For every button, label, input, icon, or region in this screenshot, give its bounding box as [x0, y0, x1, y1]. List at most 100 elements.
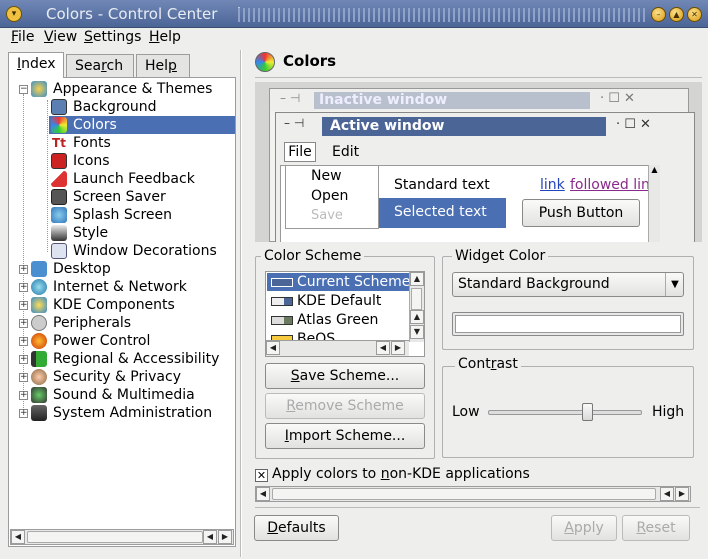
close-icon[interactable]: ✕ — [687, 7, 702, 22]
window-title: Colors - Control Center — [46, 5, 218, 23]
main-hscrollbar[interactable]: ◀ ◀ ▶ — [255, 486, 691, 502]
scroll-left-icon[interactable]: ◀ — [11, 530, 25, 544]
chevron-down-icon: ▼ — [665, 273, 684, 296]
header-divider — [255, 77, 702, 78]
remove-scheme-button[interactable]: Remove Scheme — [265, 393, 425, 419]
menubar: File View Settings Help — [0, 28, 708, 50]
preview-push-button: Push Button — [522, 199, 640, 227]
scheme-item-atlas-green[interactable]: Atlas Green — [267, 311, 409, 329]
import-scheme-button[interactable]: Import Scheme... — [265, 423, 425, 449]
scheme-item-kde-default[interactable]: KDE Default — [267, 292, 409, 310]
bottom-divider — [255, 507, 700, 508]
active-pin-icon: – ⊣ — [284, 116, 305, 130]
scroll-left-icon[interactable]: ◀ — [256, 487, 270, 501]
expand-icon[interactable]: + — [19, 301, 28, 310]
scroll-left-icon[interactable]: ◀ — [266, 341, 280, 355]
collapse-icon[interactable]: − — [19, 85, 28, 94]
screen-saver-icon — [51, 189, 67, 205]
page-title: Colors — [283, 52, 337, 70]
scheme-swatch-icon — [271, 297, 293, 306]
internet-icon — [31, 279, 47, 295]
contrast-label: Contrast — [455, 356, 521, 372]
inactive-title: Inactive window — [314, 92, 590, 109]
tree-hscrollbar[interactable]: ◀ ◀ ▶ — [10, 529, 234, 545]
expand-icon[interactable]: + — [19, 265, 28, 274]
minimize-icon[interactable]: – — [651, 7, 666, 22]
tree-item-colors[interactable]: Colors — [49, 116, 235, 134]
scroll-left-icon[interactable]: ◀ — [660, 487, 674, 501]
window-menu-icon[interactable]: ▾ — [6, 6, 22, 22]
splitter[interactable] — [240, 50, 242, 557]
expand-icon[interactable]: + — [19, 319, 28, 328]
expand-icon[interactable]: + — [19, 337, 28, 346]
style-icon — [51, 225, 67, 241]
scroll-thumb[interactable] — [272, 488, 656, 500]
scroll-thumb[interactable] — [27, 531, 203, 543]
apply-nonkde-label[interactable]: Apply colors to non-KDE applications — [272, 466, 530, 482]
save-scheme-button[interactable]: Save Scheme... — [265, 363, 425, 389]
scheme-swatch-icon — [271, 316, 293, 325]
expand-icon[interactable]: + — [19, 391, 28, 400]
active-title: Active window — [322, 117, 606, 136]
desktop-icon — [31, 261, 47, 277]
window-titlebar[interactable]: ▾ Colors - Control Center – ▲ ✕ — [0, 0, 708, 28]
preview-followed-link: followed link — [570, 177, 650, 193]
regional-icon — [31, 351, 47, 367]
scroll-right-icon[interactable]: ▶ — [675, 487, 689, 501]
scroll-left-icon[interactable]: ◀ — [203, 530, 217, 544]
preview-selected-text: Selected text — [376, 198, 506, 228]
scroll-up-icon[interactable]: ▲ — [410, 272, 424, 286]
reset-button[interactable]: Reset — [622, 515, 690, 541]
menu-view[interactable]: View — [44, 29, 77, 45]
scheme-list[interactable]: Current Scheme KDE Default Atlas Green B… — [265, 271, 425, 357]
preview-menu-edit: Edit — [332, 144, 360, 160]
module-tree[interactable]: − Appearance & Themes Background Colors … — [8, 77, 236, 547]
scheme-hscrollbar[interactable]: ◀ ◀ ▶ — [266, 340, 409, 356]
preview-active-window: – ⊣ Active window · ☐ ✕ File Edit New Op… — [275, 112, 695, 242]
colors-header-icon — [255, 52, 275, 72]
apply-button[interactable]: Apply — [551, 515, 617, 541]
widget-color-select[interactable]: Standard Background ▼ — [452, 272, 684, 297]
scroll-left-icon[interactable]: ◀ — [376, 341, 390, 355]
titlebar-stripes — [238, 8, 648, 22]
preview-menu-popup: New Open Save — [285, 165, 379, 229]
expand-icon[interactable]: + — [19, 355, 28, 364]
scroll-right-icon[interactable]: ▶ — [218, 530, 232, 544]
preview-menu-file: File — [284, 142, 316, 162]
defaults-button[interactable]: Defaults — [254, 515, 339, 541]
scroll-thumb[interactable] — [411, 288, 422, 310]
widget-color-swatch-button[interactable] — [452, 312, 684, 336]
scroll-up-icon[interactable]: ▲ — [410, 310, 424, 324]
menu-settings[interactable]: Settings — [84, 29, 141, 45]
contrast-slider-track[interactable] — [488, 410, 642, 415]
contrast-low-label: Low — [452, 404, 480, 420]
expand-icon[interactable]: + — [19, 409, 28, 418]
system-admin-icon — [31, 405, 47, 421]
menu-help[interactable]: Help — [149, 29, 181, 45]
scheme-vscrollbar[interactable]: ▲ ▲ ▼ — [409, 272, 424, 342]
contrast-high-label: High — [652, 404, 685, 420]
color-swatch — [455, 315, 681, 333]
splash-screen-icon — [51, 207, 67, 223]
power-control-icon — [31, 333, 47, 349]
maximize-icon[interactable]: ▲ — [669, 7, 684, 22]
launch-feedback-icon — [51, 171, 67, 187]
scroll-down-icon[interactable]: ▼ — [410, 325, 424, 339]
apply-nonkde-checkbox[interactable]: ✕ — [255, 469, 268, 482]
colors-icon — [51, 117, 67, 133]
widget-color-label: Widget Color — [452, 248, 549, 264]
tab-help[interactable]: Help — [136, 54, 190, 79]
kde-components-icon — [31, 297, 47, 313]
expand-icon[interactable]: + — [19, 283, 28, 292]
preview-inactive-titlebar: – ⊣ Inactive window · ☐ ✕ — [270, 89, 688, 111]
icons-icon — [51, 153, 67, 169]
menu-file[interactable]: File — [11, 29, 34, 45]
scheme-item-current[interactable]: Current Scheme — [267, 273, 409, 291]
preview-standard-text: Standard text — [394, 177, 490, 193]
scroll-right-icon[interactable]: ▶ — [391, 341, 405, 355]
tab-search[interactable]: Search — [66, 54, 134, 79]
tab-index[interactable]: Index — [8, 52, 64, 78]
contrast-slider-handle[interactable] — [582, 403, 594, 421]
expand-icon[interactable]: + — [19, 373, 28, 382]
color-preview: – ⊣ Inactive window · ☐ ✕ – ⊣ Active win… — [255, 82, 702, 242]
